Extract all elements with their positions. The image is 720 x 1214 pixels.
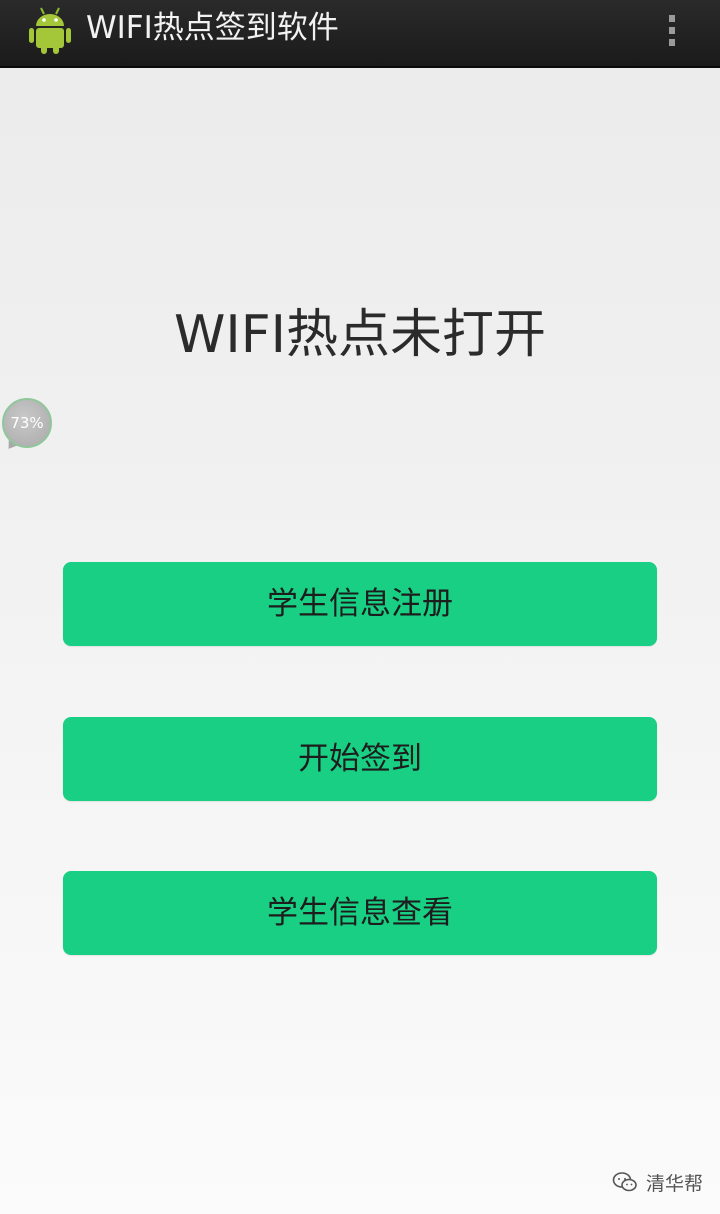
battery-percent: 73% [2, 398, 52, 448]
app-title: WIFI热点签到软件 [86, 10, 339, 46]
wechat-icon [612, 1172, 637, 1192]
register-student-button[interactable]: 学生信息注册 [63, 562, 657, 646]
start-checkin-button[interactable]: 开始签到 [63, 717, 657, 801]
overflow-dot [669, 38, 675, 46]
android-icon[interactable] [24, 4, 76, 56]
view-student-button[interactable]: 学生信息查看 [63, 871, 657, 955]
watermark-text: 清华帮 [646, 1172, 704, 1195]
battery-float-widget[interactable]: 73% [2, 398, 54, 454]
watermark: 清华帮 [612, 1166, 703, 1198]
overflow-menu-icon[interactable] [650, 0, 694, 60]
overflow-dot [669, 26, 675, 34]
action-bar: WIFI热点签到软件 [0, 0, 720, 68]
wifi-status-text: WIFI热点未打开 [174, 305, 546, 365]
overflow-dot [669, 14, 675, 22]
